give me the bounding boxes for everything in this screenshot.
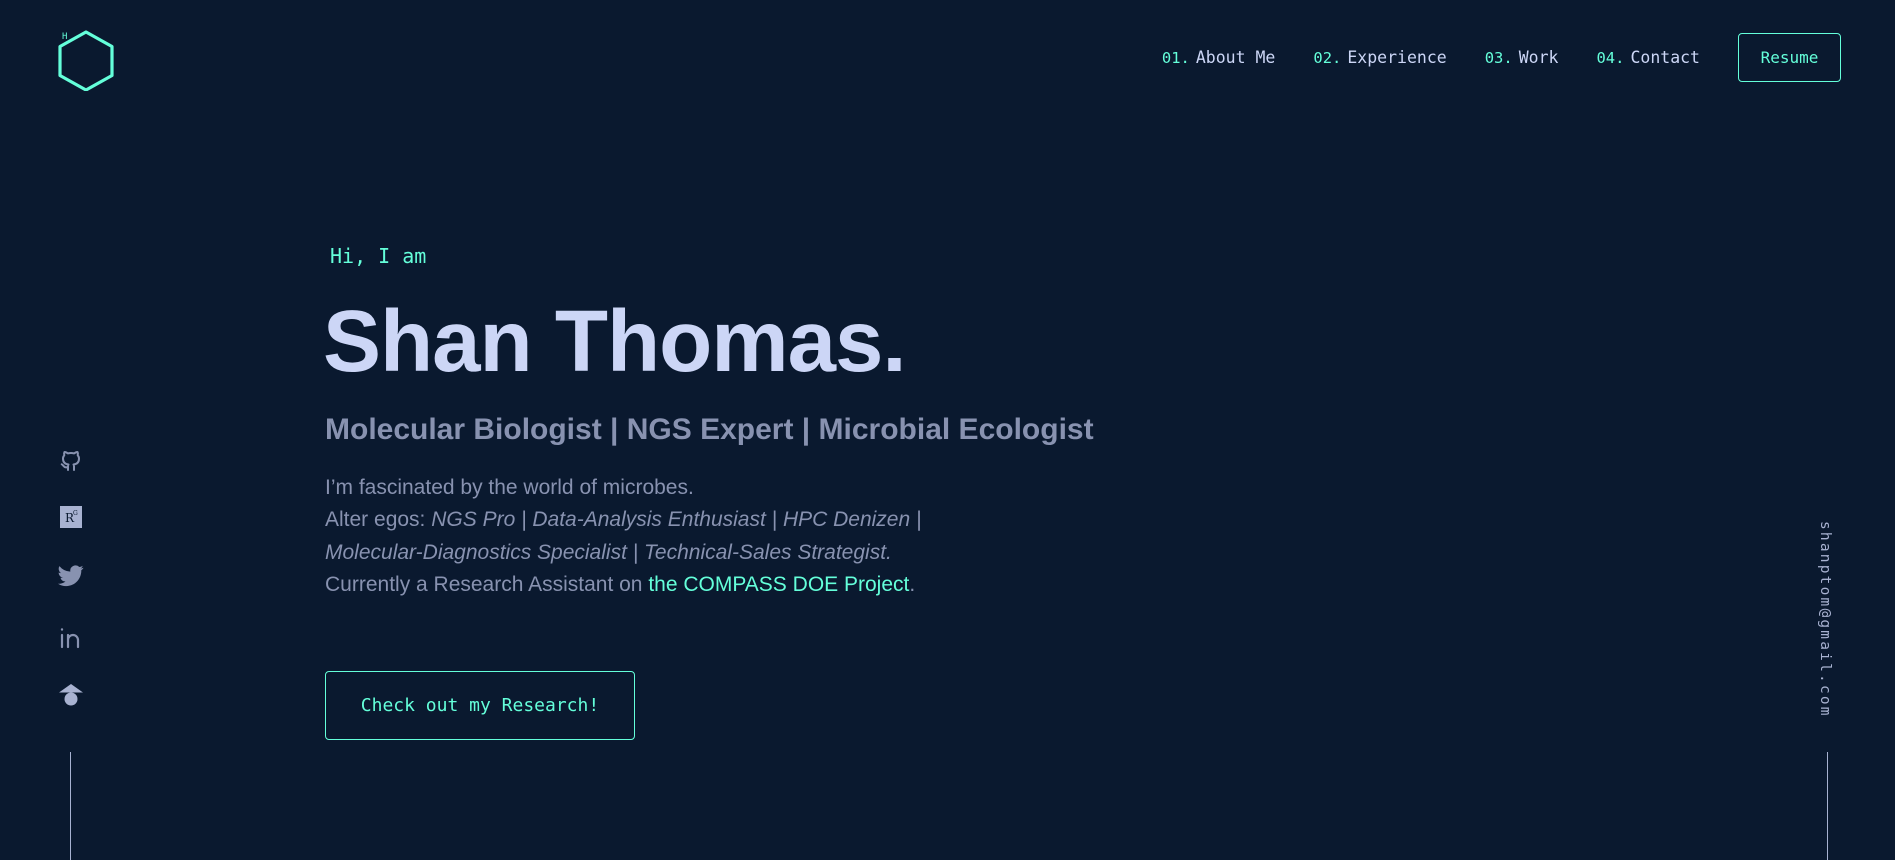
compass-project-link[interactable]: the COMPASS DOE Project bbox=[648, 573, 909, 596]
bio-line: I’m fascinated by the world of microbes. bbox=[325, 476, 694, 499]
bio-alter-egos: NGS Pro | Data-Analysis Enthusiast | HPC… bbox=[431, 508, 922, 532]
hero-bio: I’m fascinated by the world of microbes.… bbox=[325, 472, 921, 601]
bio-line: Alter egos: NGS Pro | Data-Analysis Enth… bbox=[325, 504, 921, 536]
nav-number: 03. bbox=[1484, 48, 1513, 67]
bio-line: Molecular-Diagnostics Specialist | Techn… bbox=[325, 537, 921, 569]
nav-about-me[interactable]: 01. About Me bbox=[1162, 48, 1275, 67]
nav-label: Contact bbox=[1630, 48, 1700, 67]
greeting: Hi, I am bbox=[330, 244, 427, 268]
research-cta-button[interactable]: Check out my Research! bbox=[325, 671, 635, 740]
twitter-icon[interactable] bbox=[56, 561, 86, 591]
social-rail-line bbox=[70, 752, 71, 860]
resume-button[interactable]: Resume bbox=[1738, 33, 1841, 82]
researchgate-icon[interactable]: R G bbox=[56, 502, 86, 532]
email-link[interactable]: shanptom@gmail.com bbox=[1817, 521, 1833, 718]
bio-suffix: . bbox=[909, 572, 916, 596]
nav-work[interactable]: 03. Work bbox=[1485, 48, 1559, 67]
hero-name: Shan Thomas. bbox=[323, 293, 907, 390]
nav-label: Work bbox=[1518, 48, 1559, 67]
bio-prefix: Currently a Research Assistant on bbox=[325, 572, 649, 596]
nav-number: 04. bbox=[1596, 48, 1625, 67]
main-nav: 01. About Me 02. Experience 03. Work 04.… bbox=[1162, 33, 1841, 82]
bio-line: Currently a Research Assistant on the CO… bbox=[325, 569, 921, 601]
linkedin-icon[interactable] bbox=[56, 623, 86, 653]
logo-letter: H bbox=[62, 32, 68, 42]
github-icon[interactable] bbox=[56, 443, 86, 473]
nav-number: 02. bbox=[1313, 48, 1342, 67]
hexagon-logo-icon[interactable]: H bbox=[56, 29, 116, 91]
nav-label: About Me bbox=[1195, 48, 1276, 67]
nav-label: Experience bbox=[1347, 48, 1447, 67]
nav-number: 01. bbox=[1161, 48, 1190, 67]
nav-experience[interactable]: 02. Experience bbox=[1313, 48, 1446, 67]
bio-prefix: Alter egos: bbox=[325, 508, 432, 532]
svg-text:G: G bbox=[73, 510, 78, 517]
hero-subtitle: Molecular Biologist | NGS Expert | Micro… bbox=[325, 413, 1094, 446]
nav-contact[interactable]: 04. Contact bbox=[1596, 48, 1700, 67]
bio-alter-egos-cont: Molecular-Diagnostics Specialist | Techn… bbox=[325, 540, 892, 564]
google-scholar-icon[interactable] bbox=[56, 680, 86, 710]
email-rail-line bbox=[1827, 752, 1828, 860]
